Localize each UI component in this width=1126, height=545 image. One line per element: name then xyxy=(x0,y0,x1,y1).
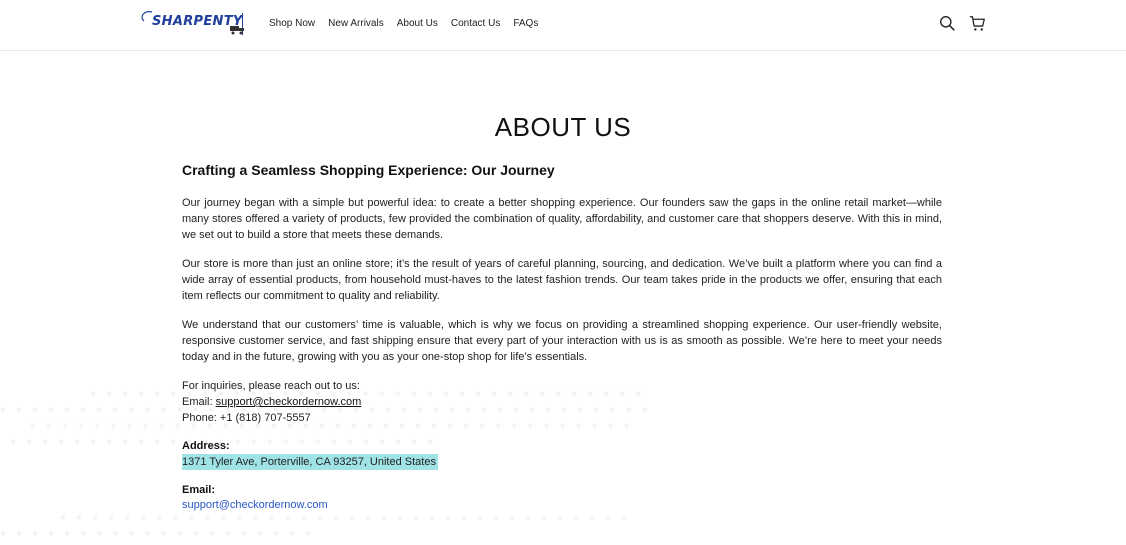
cart-icon[interactable] xyxy=(969,15,986,32)
site-logo[interactable]: SHARPENTY xyxy=(138,9,246,43)
main-nav: Shop Now New Arrivals About Us Contact U… xyxy=(269,18,538,29)
nav-faqs[interactable]: FAQs xyxy=(513,18,538,29)
truck-icon xyxy=(230,26,244,35)
email-prefix: Email: xyxy=(182,396,216,408)
header-icons xyxy=(939,15,986,32)
background-pattern: ▪ ▪ ▪ ▪ ▪ ▪ ▪ ▪ ▪ ▪ ▪ ▪ ▪ ▪ ▪ ▪ ▪ ▪ ▪ ▪ … xyxy=(60,512,630,523)
paragraph-store: Our store is more than just an online st… xyxy=(182,258,942,302)
search-icon[interactable] xyxy=(939,15,956,32)
email-line: Email: support@checkordernow.com xyxy=(182,394,942,410)
nav-shop-now[interactable]: Shop Now xyxy=(269,18,315,29)
nav-new-arrivals[interactable]: New Arrivals xyxy=(328,18,384,29)
site-header: SHARPENTY Shop Now New Arrivals About Us… xyxy=(0,0,1126,51)
background-pattern: ▪ ▪ ▪ ▪ ▪ ▪ ▪ ▪ ▪ ▪ ▪ ▪ ▪ ▪ ▪ ▪ ▪ ▪ ▪ ▪ xyxy=(0,528,313,539)
address-value: 1371 Tyler Ave, Porterville, CA 93257, U… xyxy=(182,454,438,470)
email-link[interactable]: support@checkordernow.com xyxy=(216,396,362,408)
phone-line: Phone: +1 (818) 707-5557 xyxy=(182,412,311,424)
section-heading: Crafting a Seamless Shopping Experience:… xyxy=(182,162,555,178)
page-title: ABOUT US xyxy=(494,112,632,142)
email-label: Email: xyxy=(182,484,216,496)
paragraph-journey: Our journey began with a simple but powe… xyxy=(182,197,942,241)
logo-text: SHARPENTY xyxy=(152,14,243,29)
contact-block: For inquiries, please reach out to us: E… xyxy=(182,378,942,426)
nav-about-us[interactable]: About Us xyxy=(397,18,438,29)
email-value[interactable]: support@checkordernow.com xyxy=(182,499,942,511)
about-content: Crafting a Seamless Shopping Experience:… xyxy=(182,162,942,511)
nav-contact-us[interactable]: Contact Us xyxy=(451,18,500,29)
address-label: Address: xyxy=(182,440,230,452)
inquiry-intro: For inquiries, please reach out to us: xyxy=(182,380,360,392)
paragraph-customers: We understand that our customers’ time i… xyxy=(182,319,942,363)
